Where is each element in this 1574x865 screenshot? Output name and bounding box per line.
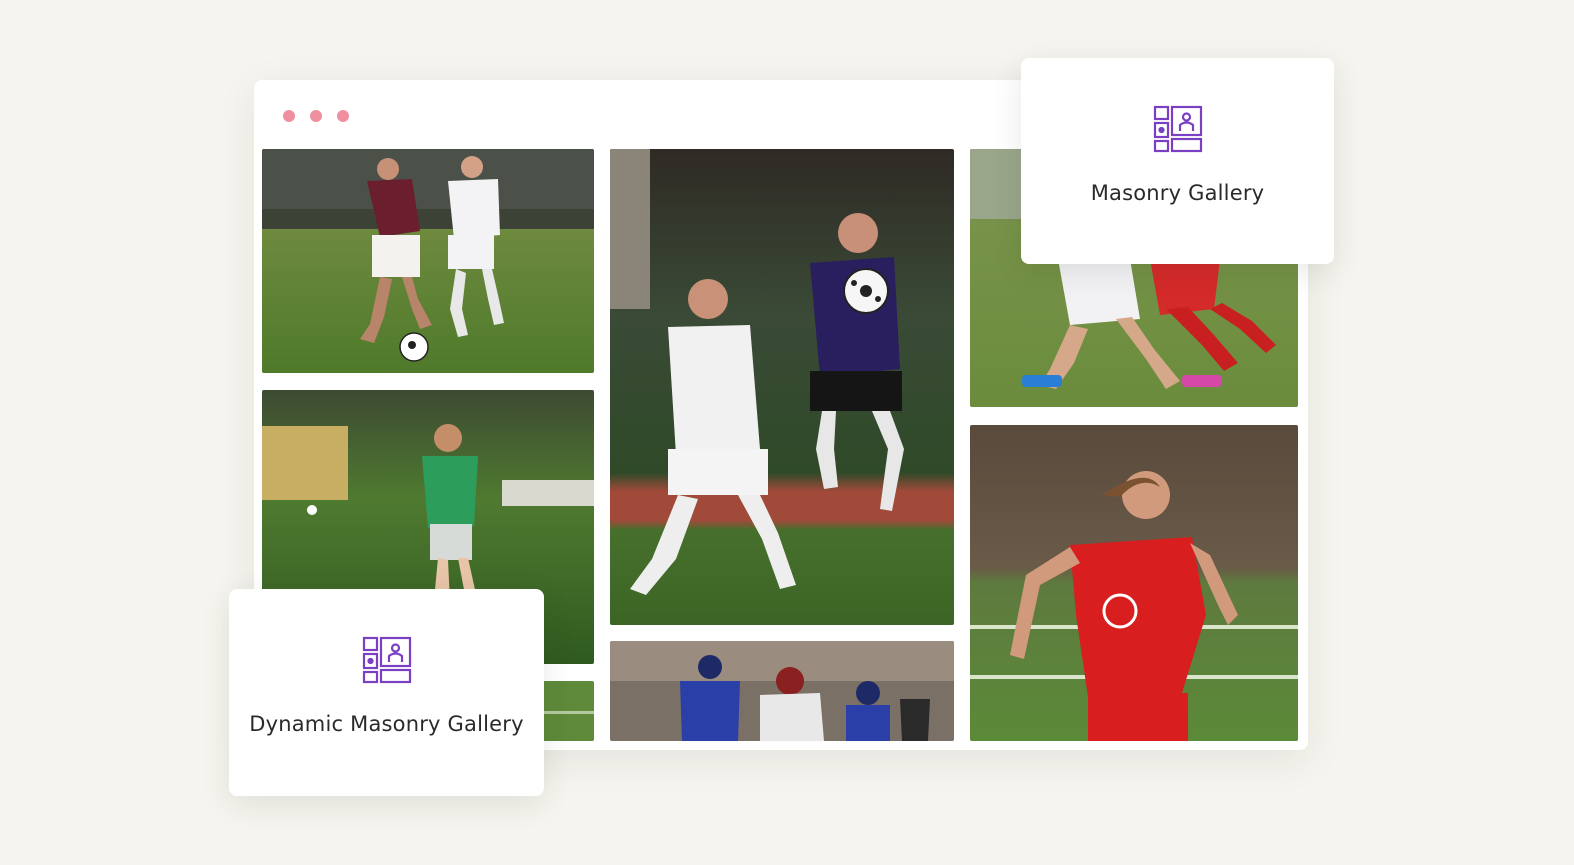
masonry-gallery-icon <box>1153 105 1203 153</box>
gallery-photo-5[interactable] <box>970 425 1298 741</box>
masonry-gallery-card[interactable]: Masonry Gallery <box>1021 58 1334 264</box>
masonry-gallery-icon <box>362 636 412 684</box>
gallery-photo-1[interactable] <box>262 149 594 373</box>
window-controls <box>283 110 349 122</box>
masonry-gallery-label: Masonry Gallery <box>1090 181 1265 205</box>
gallery-photo-6[interactable] <box>610 641 954 741</box>
window-dot-close[interactable] <box>283 110 295 122</box>
window-dot-maximize[interactable] <box>337 110 349 122</box>
dynamic-masonry-gallery-label: Dynamic Masonry Gallery <box>249 712 524 736</box>
gallery-photo-2[interactable] <box>610 149 954 625</box>
dynamic-masonry-gallery-card[interactable]: Dynamic Masonry Gallery <box>229 589 544 796</box>
window-dot-minimize[interactable] <box>310 110 322 122</box>
